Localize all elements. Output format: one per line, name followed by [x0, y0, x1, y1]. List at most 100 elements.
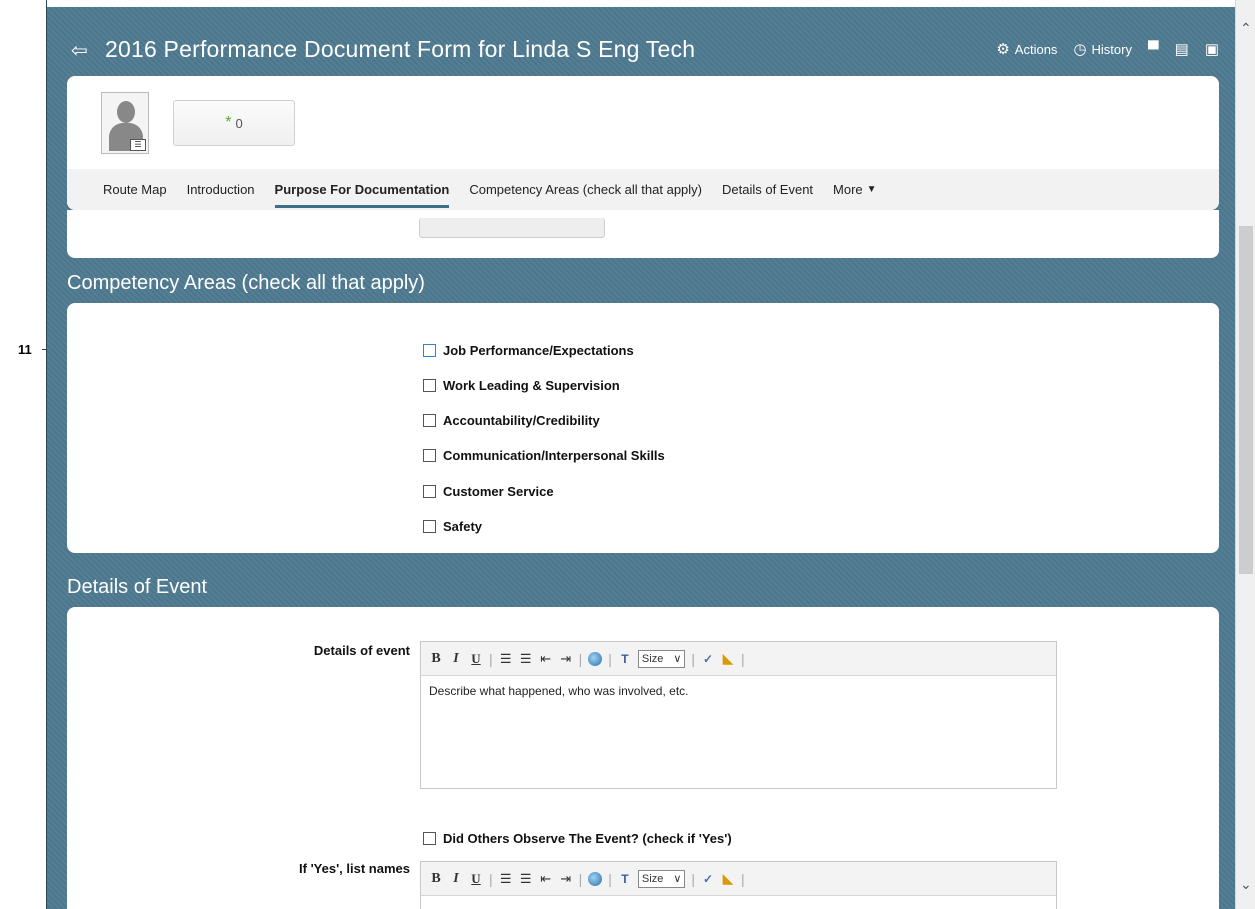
toolbar-divider: | — [578, 870, 583, 887]
editor-toolbar: B I U | ☰ ☰ ⇤ ⇥ | | T Size ∨ | ✓ ◣ | — [421, 642, 1056, 676]
numbered-list-icon[interactable]: ☰ — [499, 871, 513, 887]
font-size-select[interactable]: Size ∨ — [637, 649, 686, 668]
nav-purpose-for-documentation[interactable]: Purpose For Documentation — [274, 169, 449, 210]
header-actions: ⚙ Actions ◷ History ▀ ▤ ▣ — [996, 40, 1219, 59]
hidden-button-stub[interactable] — [419, 218, 605, 238]
competency-item[interactable]: Job Performance/Expectations — [423, 343, 634, 358]
exit-icon[interactable]: ⇦ — [71, 38, 88, 63]
history-label: History — [1091, 41, 1132, 57]
italic-button[interactable]: I — [449, 651, 463, 667]
avatar-head — [117, 101, 135, 123]
id-card-icon: ☰ — [130, 139, 146, 151]
checkbox[interactable] — [423, 344, 436, 357]
nav-introduction[interactable]: Introduction — [187, 169, 255, 210]
italic-button[interactable]: I — [449, 871, 463, 887]
link-globe-icon[interactable] — [588, 651, 603, 666]
gear-icon: ⚙ — [996, 41, 1010, 58]
spellcheck-icon[interactable]: ✓ — [701, 872, 715, 886]
toolbar-divider: | — [741, 650, 745, 667]
scroll-up-icon[interactable]: ⌃ — [1240, 21, 1252, 35]
toolbar-divider: | — [608, 650, 612, 667]
chevron-down-icon: ∨ — [673, 653, 682, 665]
checkbox[interactable] — [423, 379, 436, 392]
competency-panel: Job Performance/Expectations Work Leadin… — [67, 303, 1219, 553]
font-size-label: Size — [641, 872, 664, 885]
outdent-icon[interactable]: ⇤ — [539, 651, 553, 667]
checkbox-label: Job Performance/Expectations — [443, 343, 634, 358]
indent-icon[interactable]: ⇥ — [559, 651, 573, 667]
bold-button[interactable]: B — [429, 651, 443, 667]
profile-card: ☰ * 0 Route Map Introduction Purpose For… — [67, 76, 1219, 210]
rating-button[interactable]: * 0 — [173, 100, 295, 146]
save-icon: ▣ — [1204, 41, 1219, 58]
checkbox-label: Customer Service — [443, 484, 554, 499]
toolbar-divider: | — [741, 870, 745, 887]
checkbox-label: Communication/Interpersonal Skills — [443, 448, 665, 463]
clean-format-icon[interactable]: ◣ — [721, 650, 735, 667]
font-size-label: Size — [641, 652, 664, 665]
toolbar-divider: | — [489, 650, 493, 667]
text-color-icon[interactable]: T — [618, 872, 632, 886]
avatar[interactable]: ☰ — [101, 92, 149, 154]
competency-item[interactable]: Accountability/Credibility — [423, 413, 600, 428]
rating-value: 0 — [235, 115, 243, 131]
nav-competency-areas[interactable]: Competency Areas (check all that apply) — [469, 169, 702, 210]
callout-number: 11 — [18, 342, 32, 357]
scroll-down-icon[interactable]: ⌄ — [1240, 877, 1252, 891]
details-editor[interactable]: B I U | ☰ ☰ ⇤ ⇥ | | T Size ∨ | ✓ ◣ | Des… — [420, 641, 1057, 789]
vertical-scrollbar[interactable]: ⌃ ⌄ — [1235, 0, 1255, 909]
checkbox-label: Safety — [443, 519, 483, 534]
actions-label: Actions — [1014, 41, 1058, 57]
save-button[interactable]: ▣ — [1205, 40, 1219, 58]
nav-more[interactable]: More ▼ — [833, 169, 877, 210]
competency-item[interactable]: Work Leading & Supervision — [423, 378, 620, 393]
details-text[interactable]: Describe what happened, who was involved… — [421, 676, 1056, 706]
outdent-icon[interactable]: ⇤ — [539, 871, 553, 887]
caret-down-icon: ▼ — [866, 184, 877, 195]
details-panel: Details of event B I U | ☰ ☰ ⇤ ⇥ | | T S… — [67, 607, 1219, 909]
bold-button[interactable]: B — [429, 871, 443, 887]
document-button[interactable]: ▤ — [1175, 40, 1189, 58]
print-button[interactable]: ▀ — [1148, 41, 1159, 58]
header: ⇦ 2016 Performance Document Form for Lin… — [71, 36, 1219, 66]
toolbar-divider: | — [608, 870, 612, 887]
nav-route-map[interactable]: Route Map — [103, 169, 167, 210]
checkbox[interactable] — [423, 414, 436, 427]
competency-item[interactable]: Customer Service — [423, 484, 554, 499]
bullet-list-icon[interactable]: ☰ — [519, 871, 533, 887]
scroll-thumb[interactable] — [1239, 226, 1253, 574]
star-icon: * — [225, 114, 232, 131]
competency-item[interactable]: Safety — [423, 519, 482, 534]
spellcheck-icon[interactable]: ✓ — [701, 652, 715, 666]
names-editor[interactable]: B I U | ☰ ☰ ⇤ ⇥ | | T Size ∨ | ✓ ◣ | — [420, 861, 1057, 909]
observed-checkbox-row[interactable]: Did Others Observe The Event? (check if … — [423, 831, 732, 846]
nav-details-of-event[interactable]: Details of Event — [722, 169, 813, 210]
checkbox-label: Accountability/Credibility — [443, 413, 600, 428]
editor-toolbar: B I U | ☰ ☰ ⇤ ⇥ | | T Size ∨ | ✓ ◣ | — [421, 862, 1056, 896]
checkbox[interactable] — [423, 485, 436, 498]
competency-item[interactable]: Communication/Interpersonal Skills — [423, 448, 665, 463]
section-nav: Route Map Introduction Purpose For Docum… — [67, 169, 1219, 210]
numbered-list-icon[interactable]: ☰ — [499, 651, 513, 667]
link-globe-icon[interactable] — [588, 871, 603, 886]
observed-label: Did Others Observe The Event? (check if … — [443, 831, 732, 846]
font-size-select[interactable]: Size ∨ — [637, 869, 686, 888]
text-color-icon[interactable]: T — [618, 652, 632, 666]
toolbar-divider: | — [691, 870, 696, 887]
underline-button[interactable]: U — [469, 651, 483, 667]
history-button[interactable]: ◷ History — [1073, 40, 1132, 58]
checkbox[interactable] — [423, 449, 436, 462]
checkbox[interactable] — [423, 832, 436, 845]
document-icon: ▤ — [1174, 41, 1189, 58]
actions-button[interactable]: ⚙ Actions — [996, 40, 1057, 58]
nav-more-label: More — [833, 182, 863, 197]
toolbar-divider: | — [489, 870, 493, 887]
underline-button[interactable]: U — [469, 871, 483, 887]
page-title: 2016 Performance Document Form for Linda… — [105, 36, 696, 62]
details-section-title: Details of Event — [67, 576, 208, 598]
checkbox[interactable] — [423, 520, 436, 533]
bullet-list-icon[interactable]: ☰ — [519, 651, 533, 667]
clean-format-icon[interactable]: ◣ — [721, 870, 735, 887]
toolbar-divider: | — [578, 650, 583, 667]
indent-icon[interactable]: ⇥ — [559, 871, 573, 887]
